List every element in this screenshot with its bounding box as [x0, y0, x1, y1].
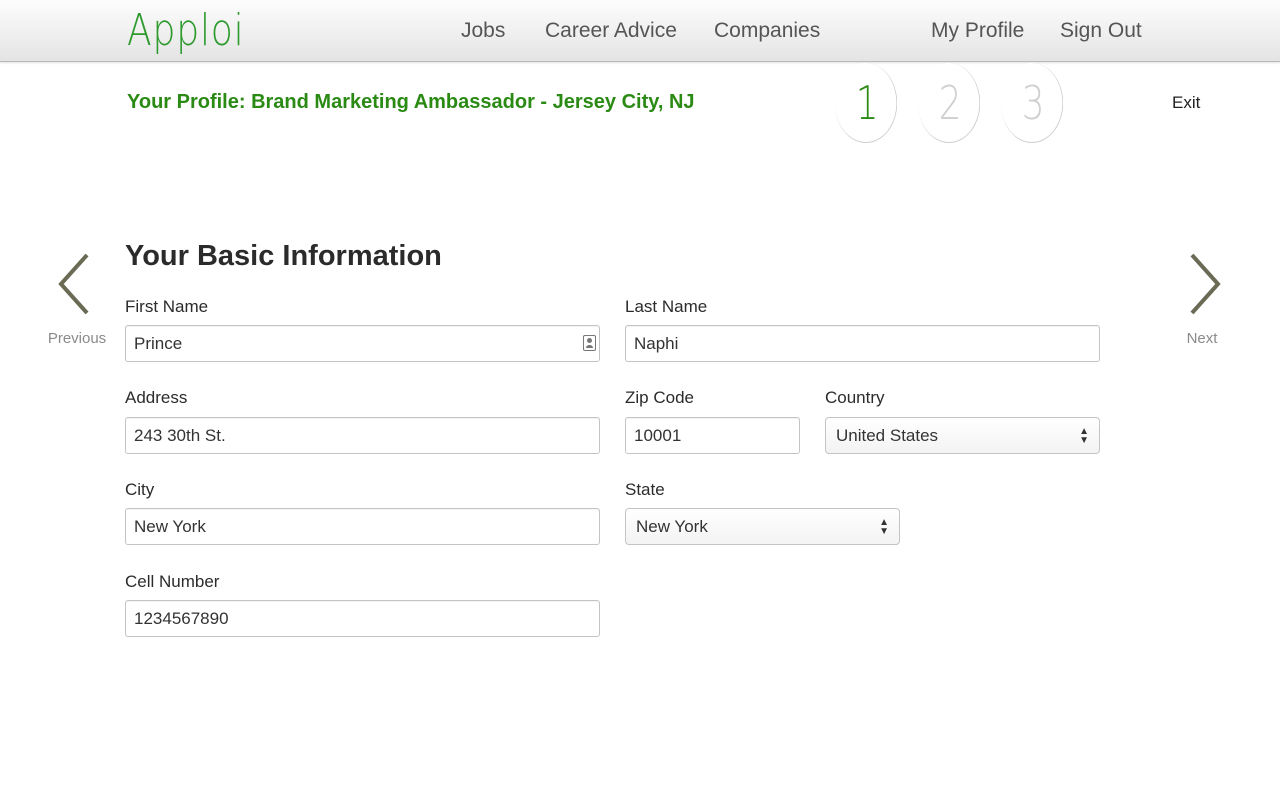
country-select[interactable]: United States ▲ ▼ [825, 417, 1100, 454]
first-name-label: First Name [125, 297, 209, 316]
step-1[interactable]: 1 [834, 63, 898, 143]
step-3[interactable]: 3 [1000, 63, 1064, 143]
address-input[interactable] [125, 417, 600, 454]
top-nav-bar: Apploi Jobs Career Advice Companies My P… [0, 0, 1280, 62]
section-title: Your Basic Information [125, 240, 442, 272]
updown-arrows-icon: ▲ ▼ [879, 516, 889, 537]
city-input[interactable] [125, 508, 600, 545]
cell-number-label: Cell Number [125, 572, 220, 591]
first-name-input[interactable] [125, 325, 600, 362]
city-label: City [125, 480, 155, 499]
next-button[interactable]: Next [1162, 252, 1242, 347]
last-name-input[interactable] [625, 325, 1100, 362]
cell-number-input[interactable] [125, 600, 600, 637]
chevron-left-icon [58, 253, 89, 315]
chevron-right-icon [1190, 253, 1221, 315]
previous-label: Previous [47, 330, 107, 347]
nav-career-advice[interactable]: Career Advice [545, 18, 677, 44]
address-label: Address [125, 388, 188, 407]
zip-code-label: Zip Code [625, 388, 694, 407]
first-name-wrapper [125, 325, 600, 362]
next-label: Next [1186, 330, 1218, 347]
nav-jobs[interactable]: Jobs [461, 18, 505, 44]
zip-code-input[interactable] [625, 417, 800, 454]
step-2[interactable]: 2 [917, 63, 981, 143]
exit-link[interactable]: Exit [1172, 93, 1200, 113]
country-label: Country [825, 388, 885, 407]
profile-title: Your Profile: Brand Marketing Ambassador… [127, 91, 695, 113]
country-selected-value: United States [836, 425, 939, 445]
nav-companies[interactable]: Companies [714, 18, 820, 44]
updown-arrows-icon: ▲ ▼ [1079, 425, 1089, 446]
apploi-logo[interactable]: Apploi [127, 6, 245, 56]
last-name-label: Last Name [625, 297, 708, 316]
nav-my-profile[interactable]: My Profile [931, 18, 1024, 44]
contact-card-icon[interactable] [583, 335, 596, 351]
nav-sign-out[interactable]: Sign Out [1060, 18, 1142, 44]
previous-button[interactable]: Previous [37, 252, 117, 347]
state-select[interactable]: New York ▲ ▼ [625, 508, 900, 545]
state-selected-value: New York [636, 516, 708, 536]
state-label: State [625, 480, 665, 499]
